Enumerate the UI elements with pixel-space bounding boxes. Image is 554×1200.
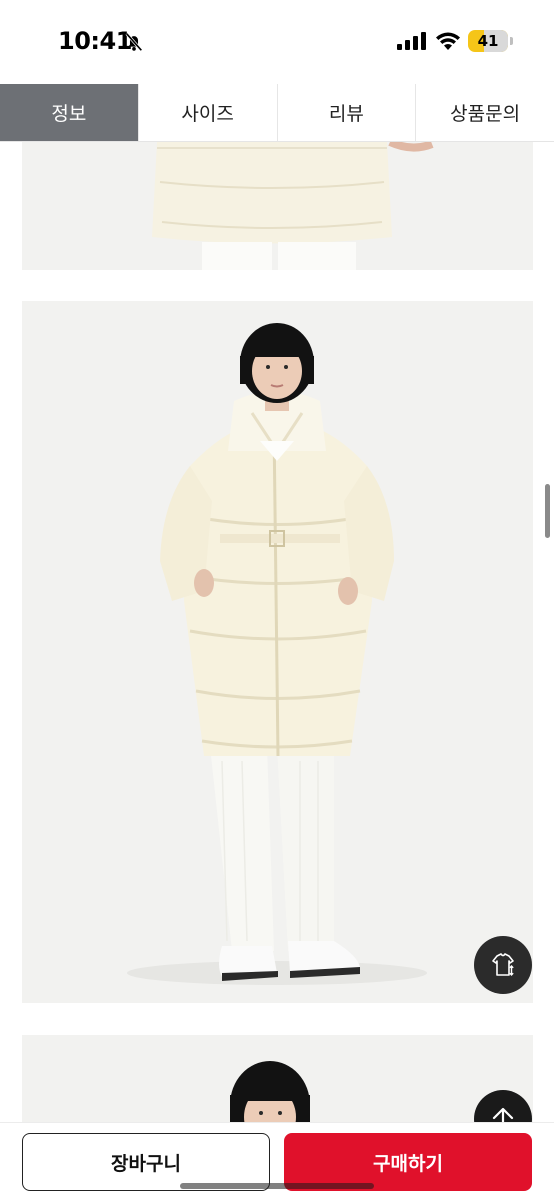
- product-tabs: 정보 사이즈 리뷰 상품문의: [0, 84, 554, 142]
- scrollbar-thumb[interactable]: [545, 484, 550, 538]
- product-photo-cropped-top: [22, 142, 533, 270]
- wifi-icon: [436, 32, 460, 50]
- battery-icon: 41: [468, 30, 508, 52]
- bell-off-icon: [125, 32, 143, 52]
- product-photo-model-long-padding: [22, 301, 533, 1003]
- tab-review[interactable]: 리뷰: [278, 84, 417, 141]
- size-guide-button[interactable]: [474, 936, 532, 994]
- shirt-size-icon: [492, 953, 514, 977]
- tab-inquiry[interactable]: 상품문의: [416, 84, 554, 141]
- tab-size[interactable]: 사이즈: [139, 84, 278, 141]
- tab-info[interactable]: 정보: [0, 84, 139, 141]
- battery-nub: [510, 37, 513, 45]
- status-bar: 10:41 41: [0, 0, 554, 84]
- product-detail-content[interactable]: [0, 142, 554, 1200]
- home-indicator[interactable]: [180, 1183, 374, 1189]
- signal-icon: [397, 32, 426, 50]
- battery-level: 41: [477, 32, 499, 50]
- status-time: 10:41: [58, 27, 132, 55]
